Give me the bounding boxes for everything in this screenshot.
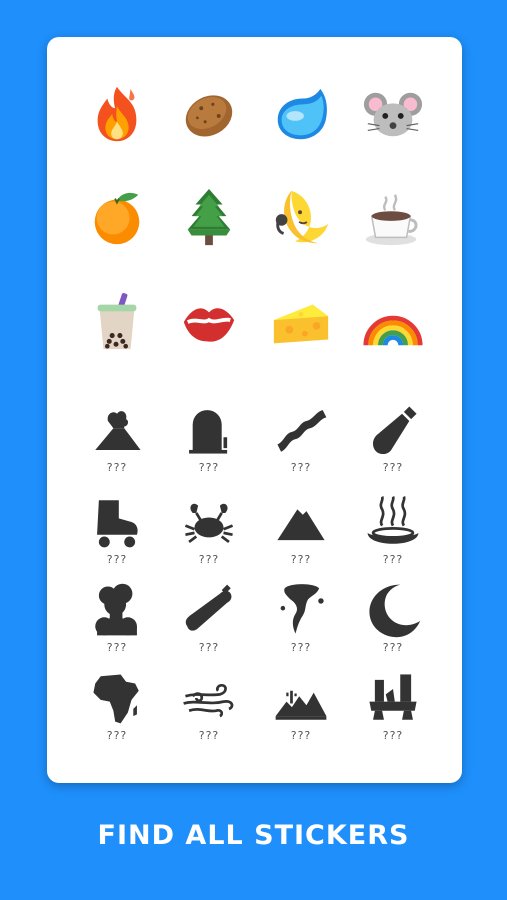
bubble-tea-sticker[interactable]	[71, 287, 163, 357]
locked-label: ???	[382, 641, 404, 654]
locked-label: ???	[198, 553, 220, 566]
desert-icon	[275, 690, 327, 720]
locked-sticker-bacon[interactable]: ???	[255, 397, 347, 489]
rainbow-icon	[363, 315, 423, 346]
africa-map-icon	[93, 674, 139, 724]
locked-sticker-volcano[interactable]: ???	[71, 397, 163, 489]
locked-sticker-mushroom-cloud[interactable]: ???	[71, 577, 163, 665]
locked-label: ???	[290, 641, 312, 654]
tangerine-icon	[94, 192, 140, 245]
locked-label: ???	[382, 553, 404, 566]
mouse-face-sticker[interactable]	[347, 79, 439, 149]
locked-label: ???	[290, 553, 312, 566]
locked-label: ???	[106, 553, 128, 566]
baguette-icon	[185, 584, 232, 631]
locked-label: ???	[106, 729, 128, 742]
locked-label: ???	[382, 461, 404, 474]
bacon-icon	[277, 410, 327, 452]
crab-icon	[184, 503, 234, 544]
tangerine-sticker[interactable]	[71, 183, 163, 253]
locked-sticker-baby-bottle[interactable]: ???	[347, 397, 439, 489]
locked-label: ???	[382, 729, 404, 742]
baby-bottle-icon	[372, 406, 417, 455]
unlocked-sticker-grid	[71, 79, 451, 357]
locked-label: ???	[290, 461, 312, 474]
locked-sticker-baguette[interactable]: ???	[163, 577, 255, 665]
rainbow-sticker[interactable]	[347, 287, 439, 357]
water-drop-sticker[interactable]	[255, 79, 347, 149]
locked-sticker-crab[interactable]: ???	[163, 489, 255, 577]
locked-sticker-hot-springs[interactable]: ???	[347, 489, 439, 577]
locked-label: ???	[198, 729, 220, 742]
mountain-icon	[277, 509, 325, 541]
cheese-sticker[interactable]	[255, 287, 347, 357]
ruins-icon	[369, 674, 417, 720]
cheese-wedge-icon	[273, 304, 329, 344]
mouse-face-icon	[363, 92, 423, 137]
evergreen-tree-icon	[187, 188, 231, 246]
locked-sticker-crescent-moon[interactable]: ???	[347, 577, 439, 665]
mushroom-cloud-icon	[95, 583, 137, 636]
locked-sticker-tombstone[interactable]: ???	[163, 397, 255, 489]
locked-label: ???	[106, 461, 128, 474]
potato-sticker[interactable]	[163, 79, 255, 149]
locked-sticker-mountain[interactable]: ???	[255, 489, 347, 577]
locked-sticker-ruins[interactable]: ???	[347, 665, 439, 753]
find-all-stickers-banner: FIND ALL STICKERS	[97, 820, 410, 851]
fire-icon	[97, 86, 137, 142]
kiss-mark-icon	[183, 308, 235, 342]
locked-sticker-grid: ??? ??? ??? ??? ??? ??? ??? ??? ??? ??? …	[71, 397, 451, 753]
roller-skate-icon	[97, 500, 138, 548]
locked-sticker-africa[interactable]: ???	[71, 665, 163, 753]
locked-label: ???	[290, 729, 312, 742]
volcano-icon	[95, 411, 141, 450]
moon-face-sticker[interactable]	[255, 183, 347, 253]
wind-icon	[183, 683, 234, 718]
locked-sticker-tornado[interactable]: ???	[255, 577, 347, 665]
sticker-collection-card: ??? ??? ??? ??? ??? ??? ??? ??? ??? ??? …	[47, 37, 462, 783]
locked-sticker-wind[interactable]: ???	[163, 665, 255, 753]
crescent-moon-icon	[369, 584, 421, 638]
crescent-moon-face-icon	[275, 190, 329, 244]
locked-sticker-roller-skate[interactable]: ???	[71, 489, 163, 577]
tombstone-icon	[189, 410, 228, 454]
hot-springs-icon	[367, 496, 419, 544]
bubble-tea-icon	[97, 293, 137, 350]
locked-sticker-desert[interactable]: ???	[255, 665, 347, 753]
evergreen-tree-sticker[interactable]	[163, 183, 255, 253]
potato-icon	[185, 95, 233, 137]
hot-beverage-sticker[interactable]	[347, 183, 439, 253]
locked-label: ???	[198, 461, 220, 474]
kiss-mark-sticker[interactable]	[163, 287, 255, 357]
hot-beverage-icon	[365, 194, 418, 246]
locked-label: ???	[198, 641, 220, 654]
locked-label: ???	[106, 641, 128, 654]
fire-sticker[interactable]	[71, 79, 163, 149]
tornado-icon	[280, 584, 324, 634]
water-drop-icon	[277, 88, 327, 140]
